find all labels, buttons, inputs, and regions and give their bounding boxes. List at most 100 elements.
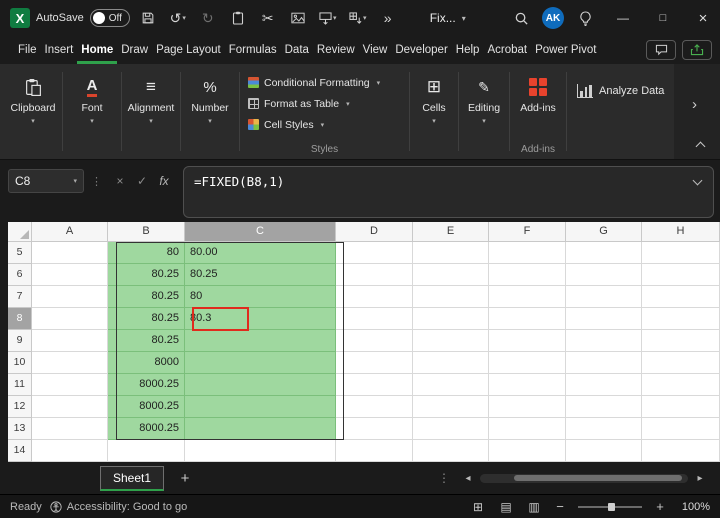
analyze-data-button[interactable]: Analyze Data: [569, 80, 672, 102]
row-header-12[interactable]: 12: [8, 396, 32, 418]
row-header-9[interactable]: 9: [8, 330, 32, 352]
row-header-8[interactable]: 8: [8, 308, 32, 330]
cell-C10[interactable]: [185, 352, 336, 374]
cell-C13[interactable]: [185, 418, 336, 440]
tab-developer[interactable]: Developer: [391, 36, 451, 64]
cell-F7[interactable]: [489, 286, 566, 308]
tab-power-pivot[interactable]: Power Pivot: [531, 36, 600, 64]
fill-down-button[interactable]: ▾: [316, 4, 340, 32]
cell-D8[interactable]: [336, 308, 413, 330]
cell-G14[interactable]: [566, 440, 642, 462]
cell-G8[interactable]: [566, 308, 642, 330]
cell-C12[interactable]: [185, 396, 336, 418]
row-header-10[interactable]: 10: [8, 352, 32, 374]
name-box[interactable]: C8 ▾: [8, 169, 84, 193]
ribbon-group-alignment[interactable]: ≡ Alignment ▾: [124, 64, 178, 159]
add-sheet-button[interactable]: +: [172, 465, 198, 491]
column-header-D[interactable]: D: [336, 222, 413, 242]
cell-F8[interactable]: [489, 308, 566, 330]
tab-draw[interactable]: Draw: [117, 36, 152, 64]
hscroll-thumb[interactable]: [514, 475, 682, 481]
name-box-resizer[interactable]: ⋮: [91, 175, 102, 188]
cell-H9[interactable]: [642, 330, 720, 352]
search-button[interactable]: [506, 3, 536, 33]
tab-formulas[interactable]: Formulas: [225, 36, 281, 64]
minimize-button[interactable]: —: [606, 0, 640, 36]
select-all-button[interactable]: [8, 222, 32, 242]
cell-B6[interactable]: 80.25: [108, 264, 185, 286]
ribbon-group-clipboard[interactable]: Clipboard ▾: [6, 64, 60, 159]
cell-H8[interactable]: [642, 308, 720, 330]
tab-home[interactable]: Home: [77, 36, 117, 64]
cell-E13[interactable]: [413, 418, 489, 440]
view-page-break-button[interactable]: ▥: [524, 500, 544, 514]
cell-E14[interactable]: [413, 440, 489, 462]
cell-A13[interactable]: [32, 418, 108, 440]
cell-D11[interactable]: [336, 374, 413, 396]
paste-special-button[interactable]: ▾: [346, 4, 370, 32]
paste-button[interactable]: [226, 4, 250, 32]
picture-button[interactable]: [286, 4, 310, 32]
cell-C11[interactable]: [185, 374, 336, 396]
cell-C6[interactable]: 80.25: [185, 264, 336, 286]
cell-B13[interactable]: 8000.25: [108, 418, 185, 440]
autosave-toggle[interactable]: Off: [89, 9, 130, 27]
horizontal-scrollbar[interactable]: [480, 473, 688, 483]
row-header-5[interactable]: 5: [8, 242, 32, 264]
cell-A5[interactable]: [32, 242, 108, 264]
row-header-11[interactable]: 11: [8, 374, 32, 396]
cell-H13[interactable]: [642, 418, 720, 440]
zoom-out-button[interactable]: −: [552, 499, 568, 514]
cell-E8[interactable]: [413, 308, 489, 330]
cell-C7[interactable]: 80: [185, 286, 336, 308]
ribbon-group-number[interactable]: % Number ▾: [183, 64, 237, 159]
cell-A11[interactable]: [32, 374, 108, 396]
cell-H6[interactable]: [642, 264, 720, 286]
cell-D14[interactable]: [336, 440, 413, 462]
cell-G5[interactable]: [566, 242, 642, 264]
cell-D13[interactable]: [336, 418, 413, 440]
cell-A12[interactable]: [32, 396, 108, 418]
cell-C8-active[interactable]: 80.3: [185, 308, 336, 330]
redo-button[interactable]: ↻: [196, 4, 220, 32]
cell-B9[interactable]: 80.25: [108, 330, 185, 352]
row-header-6[interactable]: 6: [8, 264, 32, 286]
row-header-14[interactable]: 14: [8, 440, 32, 462]
cell-A6[interactable]: [32, 264, 108, 286]
cell-F14[interactable]: [489, 440, 566, 462]
close-button[interactable]: ×: [686, 0, 720, 36]
cell-D9[interactable]: [336, 330, 413, 352]
cell-E11[interactable]: [413, 374, 489, 396]
cell-F11[interactable]: [489, 374, 566, 396]
cell-D12[interactable]: [336, 396, 413, 418]
cell-F5[interactable]: [489, 242, 566, 264]
undo-button[interactable]: ↺ ▾: [166, 4, 190, 32]
cell-F12[interactable]: [489, 396, 566, 418]
cell-F13[interactable]: [489, 418, 566, 440]
excel-logo-icon[interactable]: X: [10, 8, 30, 28]
share-button[interactable]: [682, 40, 712, 60]
tell-me-button[interactable]: [570, 3, 600, 33]
tab-bar-splitter[interactable]: ⋮: [438, 471, 450, 485]
cell-D10[interactable]: [336, 352, 413, 374]
cell-A14[interactable]: [32, 440, 108, 462]
tab-view[interactable]: View: [359, 36, 392, 64]
maximize-button[interactable]: □: [646, 0, 680, 36]
cell-B10[interactable]: 8000: [108, 352, 185, 374]
tab-insert[interactable]: Insert: [41, 36, 78, 64]
hscroll-right-button[interactable]: ▸: [692, 473, 708, 484]
sheet-tab-sheet1[interactable]: Sheet1: [100, 465, 165, 491]
expand-formula-bar-chevron-icon[interactable]: [692, 175, 703, 186]
cell-E12[interactable]: [413, 396, 489, 418]
comments-button[interactable]: [646, 40, 676, 60]
cell-G10[interactable]: [566, 352, 642, 374]
cell-E10[interactable]: [413, 352, 489, 374]
cell-D5[interactable]: [336, 242, 413, 264]
cell-C14[interactable]: [185, 440, 336, 462]
cell-styles-button[interactable]: Cell Styles ▾: [242, 114, 407, 135]
collapse-ribbon-chevron-icon[interactable]: [695, 141, 706, 152]
cell-B14[interactable]: [108, 440, 185, 462]
avatar[interactable]: AK: [542, 7, 564, 29]
cell-B7[interactable]: 80.25: [108, 286, 185, 308]
cell-B12[interactable]: 8000.25: [108, 396, 185, 418]
